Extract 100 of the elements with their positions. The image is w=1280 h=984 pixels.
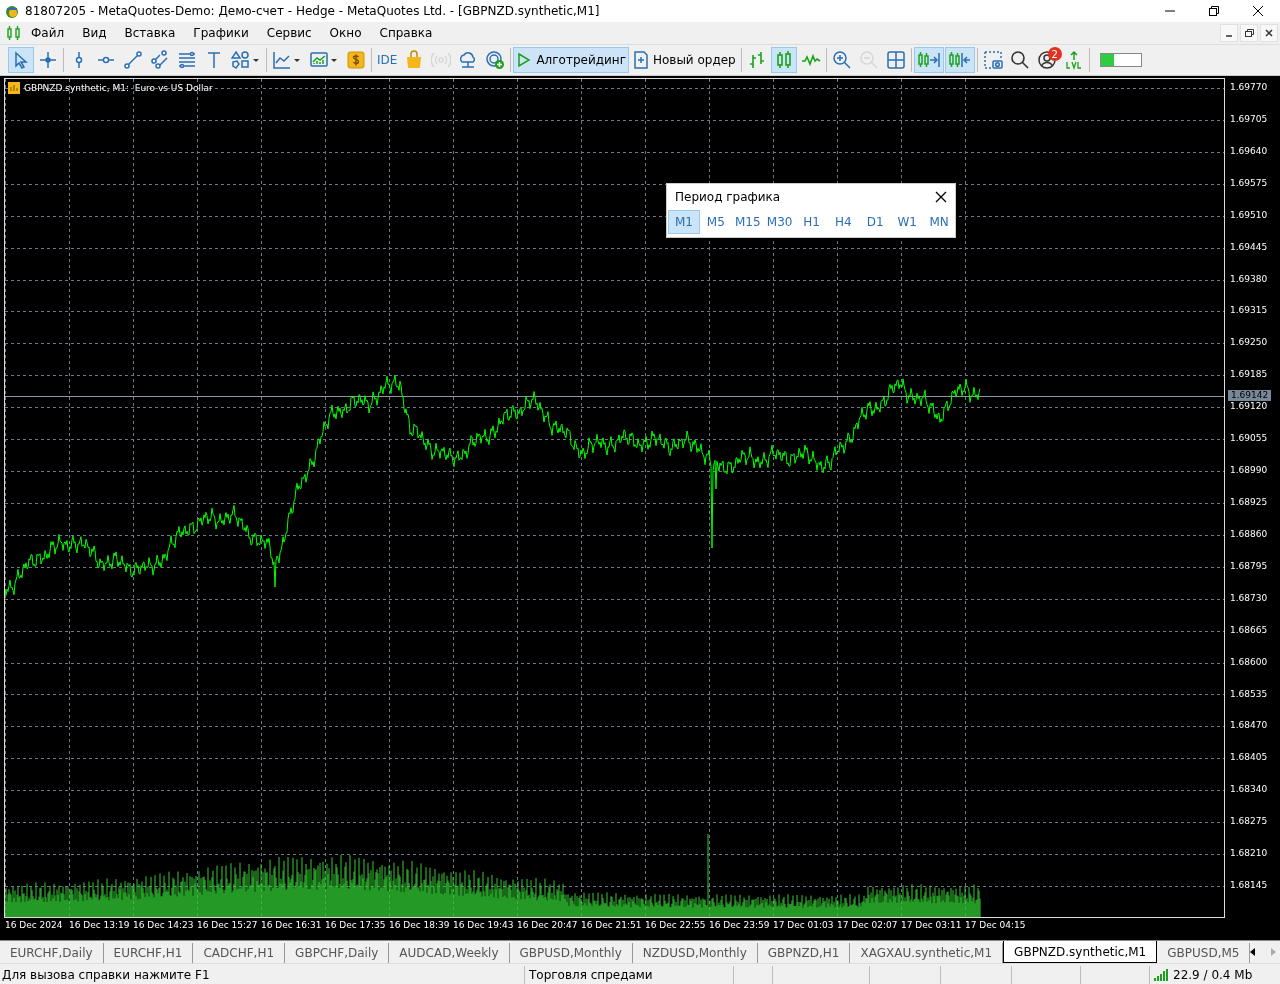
- traffic-text: 22.9 / 0.4 Mb: [1173, 967, 1253, 982]
- time-label: 16 Dec 2024: [5, 920, 63, 930]
- period-button[interactable]: M1: [668, 210, 700, 234]
- time-label: 17 Dec 04:15: [965, 920, 1026, 930]
- fibonacci-lines-icon: [177, 50, 197, 70]
- chart-tab[interactable]: GBPNZD.synthetic,M1: [1003, 941, 1158, 963]
- price-label: 1.68145: [1230, 879, 1268, 891]
- time-label: 16 Dec 15:27: [197, 920, 258, 930]
- menu-item[interactable]: Окно: [320, 26, 371, 40]
- chart-template-icon: [309, 50, 339, 70]
- menu-item[interactable]: Вид: [73, 26, 116, 40]
- tile-windows-icon: [885, 50, 906, 70]
- menu-item[interactable]: Сервис: [257, 26, 321, 40]
- line-chart-icon: [272, 50, 302, 70]
- scroll-right-icon: [916, 50, 941, 70]
- period-button[interactable]: D1: [859, 210, 892, 234]
- time-label: 17 Dec 02:07: [837, 920, 898, 930]
- price-label: 1.69185: [1230, 368, 1268, 381]
- price-label: 1.68860: [1230, 527, 1268, 540]
- notification-badge: 2: [1047, 47, 1062, 61]
- toolbar-button[interactable]: Алготрейдинг: [513, 47, 629, 73]
- close-icon[interactable]: [1252, 5, 1264, 17]
- current-price-label: 1.69142: [1228, 390, 1272, 401]
- globe-plus-icon: [485, 50, 506, 70]
- period-button[interactable]: M30: [763, 210, 796, 234]
- chart-tab[interactable]: AUDCAD,Weekly: [389, 943, 510, 963]
- time-label: 16 Dec 14:23: [133, 920, 194, 930]
- price-label: 1.68535: [1230, 687, 1268, 700]
- menu-item[interactable]: Файл: [22, 26, 74, 40]
- chart-shift-icon: [947, 50, 972, 70]
- price-label: 1.68210: [1230, 847, 1268, 860]
- price-label: 1.68925: [1230, 496, 1268, 508]
- price-label: 1.69575: [1230, 176, 1268, 189]
- restore-icon[interactable]: [1208, 5, 1220, 17]
- channel-icon: [150, 50, 170, 70]
- toolbar-button[interactable]: IDE: [374, 47, 401, 73]
- close-button[interactable]: [935, 191, 947, 203]
- menu-item[interactable]: Вставка: [115, 26, 185, 40]
- time-label: 16 Dec 20:47: [517, 920, 578, 930]
- window-title: 81807205 - MetaQuotes-Demo: Демо-счет - Hedge - MetaQuotes Ltd. - [GBPNZD.synthetic,M1]: [25, 4, 601, 18]
- price-label: 1.68275: [1230, 815, 1268, 828]
- time-label: 16 Dec 21:51: [581, 920, 642, 930]
- app-logo-icon: [4, 3, 20, 19]
- trend-line-icon: [123, 50, 143, 70]
- price-label: 1.69510: [1230, 208, 1268, 221]
- time-label: 16 Dec 13:19: [69, 920, 130, 930]
- chart-tab[interactable]: GBPUSD,M5: [1157, 943, 1251, 963]
- restore-icon[interactable]: [1240, 24, 1258, 42]
- crosshair-icon: [38, 50, 58, 70]
- period-button[interactable]: M5: [699, 210, 732, 234]
- level-up-icon: [1063, 50, 1084, 70]
- chart-tab[interactable]: CADCHF,H1: [193, 943, 286, 963]
- chart-tab[interactable]: GBPUSD,Monthly: [509, 943, 633, 963]
- time-label: 16 Dec 19:43: [453, 920, 514, 930]
- chart-symbol-label: GBPNZD.synthetic, M1: Euro vs US Dollar: [24, 83, 213, 93]
- chart-tab[interactable]: EURCHF,H1: [103, 943, 194, 963]
- toolbar-icon-button[interactable]: 2: [1033, 47, 1060, 73]
- price-label: 1.69640: [1230, 144, 1268, 157]
- period-button[interactable]: H4: [827, 210, 860, 234]
- menu-item[interactable]: Графики: [184, 26, 258, 40]
- play-icon: [516, 52, 533, 68]
- time-label: 16 Dec 17:35: [325, 920, 386, 930]
- new-document-icon: [632, 51, 649, 69]
- user-icon: [1036, 50, 1057, 70]
- period-button[interactable]: MN: [923, 210, 955, 234]
- price-label: 1.69120: [1230, 400, 1268, 413]
- time-label: 16 Dec 18:39: [389, 920, 450, 930]
- price-label: 1.68340: [1230, 783, 1268, 796]
- price-label: 1.69055: [1230, 432, 1268, 445]
- menu-item[interactable]: Справка: [370, 26, 442, 40]
- status-help-text: Для вызова справки нажмите F1: [1, 967, 211, 982]
- connection-bars-icon: [1154, 968, 1168, 981]
- price-label: 1.69770: [1230, 81, 1268, 93]
- screenshot-icon: [982, 50, 1003, 70]
- time-label: 17 Dec 03:11: [901, 920, 962, 930]
- period-button[interactable]: W1: [891, 210, 924, 234]
- price-label: 1.69315: [1230, 304, 1268, 317]
- period-button[interactable]: M15: [731, 210, 764, 234]
- status-mode-text: Торговля спредами: [529, 967, 653, 982]
- chart-symbol-icon: [8, 82, 20, 94]
- chart-tab[interactable]: GBPNZD,H1: [757, 943, 851, 963]
- time-label: 17 Dec 01:03: [773, 920, 834, 930]
- zoom-in-icon: [831, 50, 852, 70]
- dialog-title: Период графика: [675, 190, 781, 204]
- price-label: 1.69445: [1230, 240, 1268, 253]
- scroll-left-icon[interactable]: [1250, 948, 1257, 956]
- price-label: 1.68795: [1230, 559, 1268, 572]
- candlestick-icon: [6, 25, 22, 41]
- price-label: 1.69250: [1230, 336, 1268, 349]
- toolbar-button[interactable]: Новый ордер: [629, 47, 739, 73]
- period-button[interactable]: H1: [795, 210, 828, 234]
- chart-tab[interactable]: GBPCHF,Daily: [285, 943, 390, 963]
- price-label: 1.68600: [1230, 655, 1268, 668]
- price-label: 1.68665: [1230, 623, 1268, 636]
- price-label: 1.68990: [1230, 464, 1268, 476]
- search-icon: [1009, 50, 1030, 70]
- minimize-icon[interactable]: [1220, 24, 1238, 42]
- shapes-icon: [231, 50, 261, 70]
- chart-tab[interactable]: EURCHF,Daily: [0, 943, 104, 963]
- chart-tab[interactable]: NZDUSD,Monthly: [632, 943, 758, 963]
